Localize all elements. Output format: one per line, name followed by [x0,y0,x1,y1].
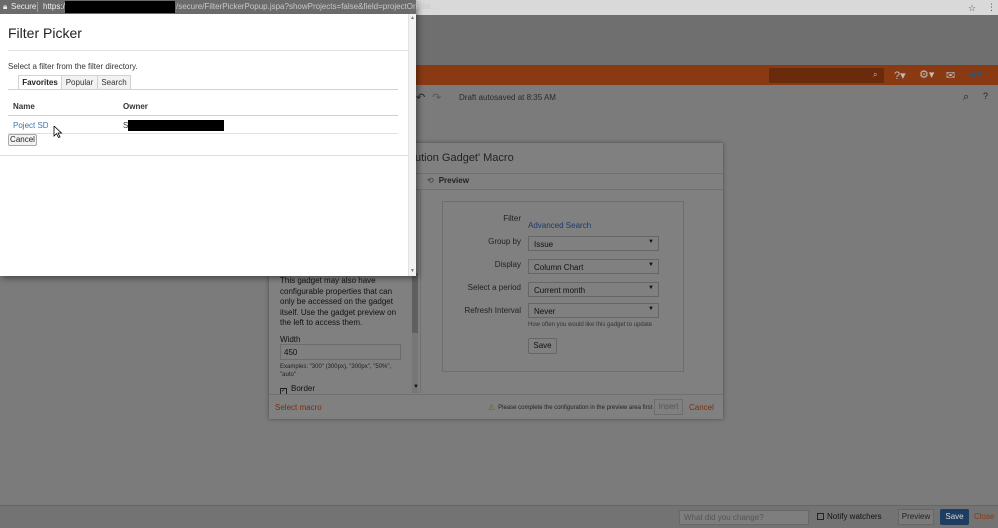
page-title: Filter Picker [8,25,82,41]
redo-icon[interactable]: ↷ [432,91,441,104]
refresh-interval-select[interactable]: Never ▼ [528,303,659,318]
refresh-interval-value: Never [534,307,556,316]
divider [8,89,398,90]
caret-down-icon: ▼ [648,239,654,245]
border-label: Border [291,384,316,393]
scroll-up-icon[interactable]: ▲ [410,15,415,21]
configuration-warning: ⚠ Please complete the configuration in th… [488,403,652,412]
tab-search[interactable]: Search [97,75,131,90]
filter-picker-popup: 🔒︎ Secure https:/ /secure/FilterPickerPo… [0,0,437,276]
notifications-icon[interactable]: ✉ [946,69,955,82]
url-path: /secure/FilterPickerPopup.jspa?showProje… [176,2,438,11]
width-label: Width [280,335,301,344]
mouse-cursor-icon [53,126,63,138]
save-button[interactable]: Save [940,509,969,525]
select-macro-link[interactable]: Select macro [275,403,322,412]
undo-icon[interactable]: ↶ [416,91,425,104]
filter-name-link[interactable]: Poject SD [13,121,49,130]
checkbox-icon [817,513,824,520]
group-by-label: Group by [488,237,521,246]
gadget-preview: Filter Advanced Search Group by Issue ▼ D… [442,201,684,372]
width-hint: Examples: "300" (300px), "300px", "50%",… [280,364,392,378]
tab-popular[interactable]: Popular [61,75,98,90]
search-icon: ⌕ [873,70,878,79]
star-icon[interactable]: ☆ [968,3,976,14]
refresh-icon: ⟲ [427,176,434,185]
macro-cancel-link[interactable]: Cancel [689,403,714,412]
redacted-owner [128,120,224,131]
insert-button[interactable]: Insert [654,399,683,415]
filter-label: Filter [503,214,521,223]
close-link[interactable]: Close [974,512,994,521]
scrollbar-thumb[interactable] [412,273,418,333]
popup-scrollbar[interactable] [408,14,416,276]
instruction-text: Select a filter from the filter director… [8,62,138,71]
divider [0,155,408,156]
redacted-host [65,1,175,13]
divider [269,394,723,395]
scroll-down-icon[interactable]: ▼ [413,384,419,390]
width-input[interactable]: 450 [280,344,401,360]
avatar[interactable]: ●▾ [969,67,982,81]
macro-dialog-title: ution Gadget' Macro [415,152,514,164]
divider [415,173,723,174]
help-icon[interactable]: ?▾ [894,69,906,82]
notify-watchers-checkbox[interactable]: Notify watchers [817,512,882,521]
notify-watchers-label: Notify watchers [827,512,882,521]
popup-address-bar[interactable]: 🔒︎ Secure https:/ /secure/FilterPickerPo… [0,0,437,14]
caret-down-icon: ▼ [648,262,654,268]
gadget-save-button[interactable]: Save [528,338,557,354]
period-select[interactable]: Current month ▼ [528,282,659,297]
display-select[interactable]: Column Chart ▼ [528,259,659,274]
cancel-button[interactable]: Cancel [8,134,37,146]
url-scheme: https:/ [43,2,65,11]
group-by-select[interactable]: Issue ▼ [528,236,659,251]
draft-status: Draft autosaved at 8:35 AM [459,93,556,102]
period-label: Select a period [467,283,521,292]
column-header-name: Name [13,102,35,111]
preview-tab-label: Preview [438,176,469,185]
display-label: Display [494,260,521,269]
gadget-description: This gadget may also have configurable p… [280,276,397,327]
divider [37,2,38,12]
divider [8,50,408,51]
search-icon[interactable]: ⌕ [963,91,969,104]
warning-text: Please complete the configuration in the… [498,405,653,411]
help-icon[interactable]: ? [983,91,988,101]
gear-icon[interactable]: ⚙▾ [919,68,934,81]
browser-menu-icon[interactable]: ⋮ [987,2,996,13]
refresh-interval-label: Refresh Interval [464,306,521,315]
warning-icon: ⚠ [488,403,496,412]
caret-down-icon: ▼ [648,306,654,312]
secure-label: Secure [11,2,37,11]
lock-icon: 🔒︎ [3,2,8,11]
scroll-down-icon[interactable]: ▼ [410,268,415,274]
group-by-value: Issue [534,240,554,249]
refresh-interval-hint: How often you would like this gadget to … [528,322,653,328]
change-comment-input[interactable]: What did you change? [679,510,809,525]
display-value: Column Chart [534,263,584,272]
macro-parameters-panel: This gadget may also have configurable p… [269,273,420,395]
advanced-search-link[interactable]: Advanced Search [528,221,591,230]
divider [8,133,398,134]
divider [420,190,421,393]
divider [8,115,398,116]
column-header-owner: Owner [123,102,148,111]
divider [415,189,723,190]
app-search-input[interactable] [769,68,884,83]
period-value: Current month [534,286,586,295]
caret-down-icon: ▼ [648,285,654,291]
panel-scrollbar[interactable] [412,273,418,393]
preview-tab[interactable]: ⟲ Preview [427,176,469,185]
tab-favorites[interactable]: Favorites [18,75,62,90]
preview-button[interactable]: Preview [898,509,934,525]
